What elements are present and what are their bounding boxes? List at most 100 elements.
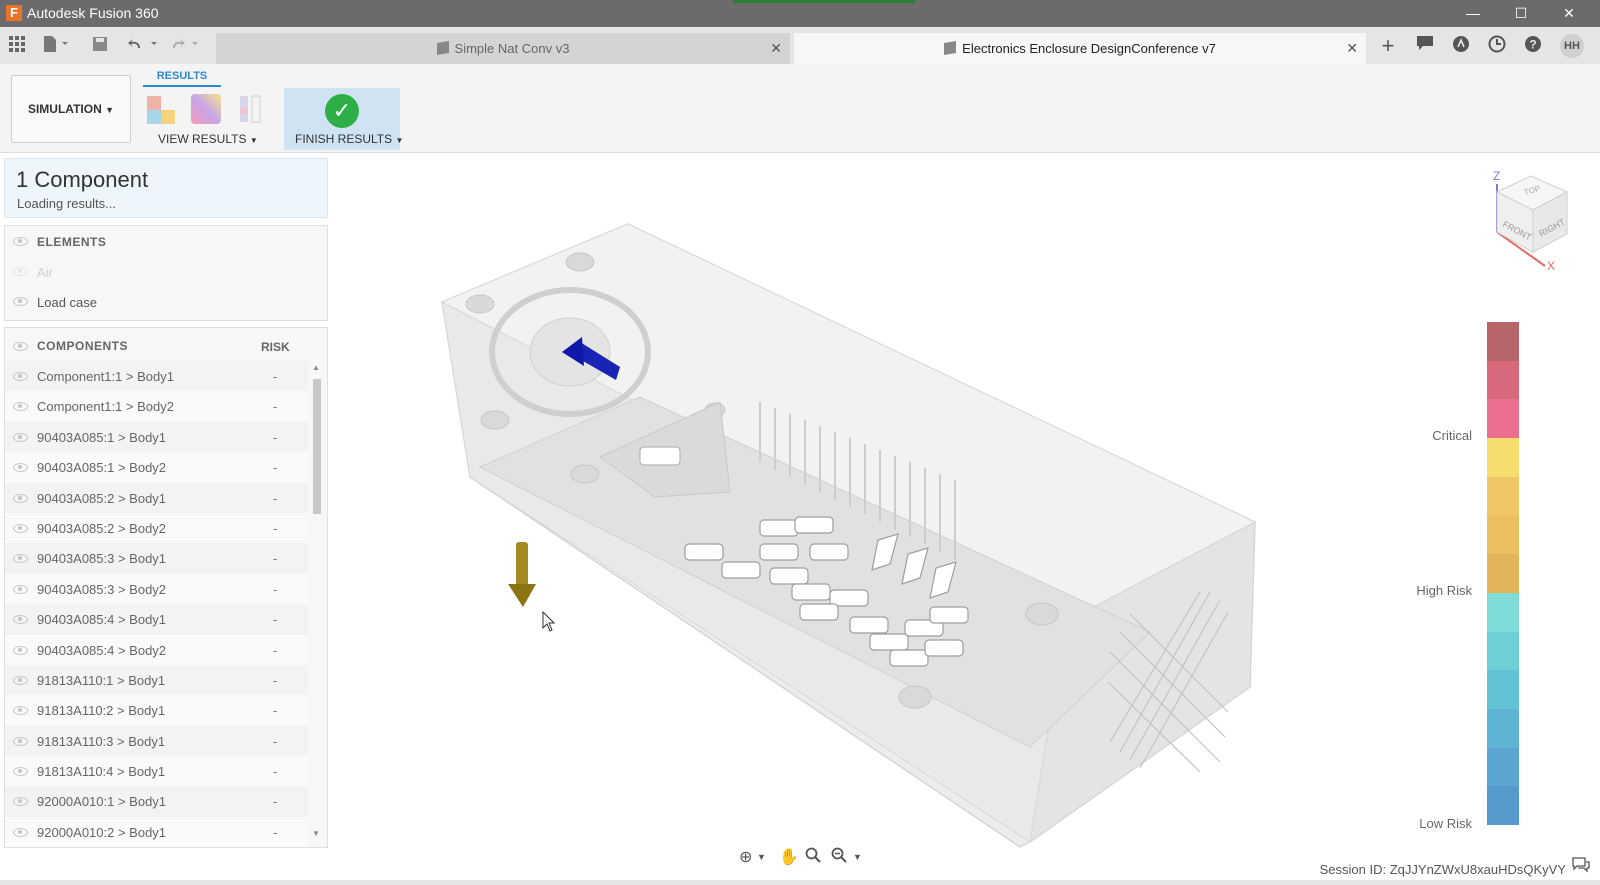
legend-color-segment xyxy=(1487,360,1519,400)
save-icon[interactable] xyxy=(91,36,109,56)
component-risk: - xyxy=(273,794,278,810)
minimize-button[interactable]: — xyxy=(1450,0,1496,27)
component-row[interactable]: 90403A085:3 > Body1 - xyxy=(5,543,309,574)
visibility-eye-icon[interactable] xyxy=(13,675,28,685)
component-row[interactable]: 90403A085:2 > Body2 - xyxy=(5,512,309,544)
visibility-eye-icon[interactable] xyxy=(13,554,28,564)
result-plot-icon[interactable] xyxy=(187,90,223,128)
visibility-eye-icon[interactable] xyxy=(13,615,28,625)
help-icon[interactable]: ? xyxy=(1522,35,1544,57)
component-row[interactable]: 91813A110:1 > Body1 - xyxy=(5,664,309,696)
dropdown-arrow-icon[interactable]: ▼ xyxy=(853,852,862,862)
component-row[interactable]: 90403A085:3 > Body2 - xyxy=(5,573,309,605)
scroll-down-icon[interactable]: ▼ xyxy=(312,829,320,838)
legend-color-segment xyxy=(1487,786,1519,825)
visibility-eye-icon[interactable] xyxy=(13,372,28,381)
visibility-eye-icon[interactable] xyxy=(13,827,28,837)
redo-icon[interactable] xyxy=(171,36,205,56)
comments-icon[interactable] xyxy=(1414,35,1436,57)
component-risk: - xyxy=(273,642,278,658)
checkmark-icon: ✓ xyxy=(325,94,359,128)
close-tab-icon[interactable]: ✕ xyxy=(1346,33,1358,64)
tab-simple-nat-conv[interactable]: Simple Nat Conv v3 ✕ xyxy=(216,33,790,64)
component-row[interactable]: 92000A010:1 > Body1 - xyxy=(5,786,309,817)
visibility-eye-icon[interactable] xyxy=(13,493,28,503)
component-row[interactable]: 90403A085:4 > Body1 - xyxy=(5,604,309,635)
visibility-eye-icon[interactable] xyxy=(13,584,28,594)
new-tab-button[interactable]: + xyxy=(1377,35,1399,57)
pan-hand-icon[interactable]: ✋ xyxy=(779,847,799,867)
component-name: 90403A085:4 > Body1 xyxy=(37,612,167,628)
legend-color-segment xyxy=(1487,592,1519,632)
visibility-eye-icon[interactable] xyxy=(13,706,28,716)
component-risk: - xyxy=(273,764,278,780)
component-row[interactable]: 90403A085:1 > Body2 - xyxy=(5,452,309,483)
component-row[interactable]: Component1:1 > Body2 - xyxy=(5,391,309,422)
visibility-eye-icon[interactable] xyxy=(13,342,28,351)
visibility-eye-icon[interactable] xyxy=(13,237,28,246)
component-name: 92000A010:1 > Body1 xyxy=(37,794,167,810)
component-risk: - xyxy=(273,520,278,536)
zoom-window-icon[interactable] xyxy=(831,847,847,868)
component-row[interactable]: 90403A085:4 > Body2 - xyxy=(5,634,309,665)
tab-electronics-enclosure[interactable]: Electronics Enclosure DesignConference v… xyxy=(794,33,1366,64)
probe-icon[interactable] xyxy=(232,90,268,128)
element-air[interactable]: Air xyxy=(37,265,53,280)
chat-feedback-icon[interactable] xyxy=(1572,857,1590,878)
legend-color-segment xyxy=(1487,631,1519,671)
tab-results[interactable]: RESULTS xyxy=(143,67,221,87)
component-row[interactable]: 90403A085:1 > Body1 - xyxy=(5,421,309,453)
zoom-icon[interactable] xyxy=(805,847,821,868)
elements-section-title: ELEMENTS xyxy=(37,235,107,249)
axis-z-label: Z xyxy=(1493,169,1500,183)
component-name: 90403A085:2 > Body1 xyxy=(37,490,167,506)
dropdown-arrow-icon: ▼ xyxy=(395,136,404,145)
undo-icon[interactable] xyxy=(126,36,160,56)
finish-results-button[interactable]: ✓ FINISH RESULTS ▼ xyxy=(284,88,404,150)
visibility-eye-icon[interactable] xyxy=(13,297,28,306)
session-id: Session ID: ZqJJYnZWxU8xauHDsQKyVY xyxy=(1319,862,1566,877)
component-risk: - xyxy=(273,490,278,506)
visibility-eye-icon[interactable] xyxy=(13,402,28,412)
job-status-icon[interactable] xyxy=(1486,35,1508,57)
visibility-eye-icon[interactable] xyxy=(13,463,28,473)
viewport-canvas[interactable]: Z X TOP FRONT RIGHT xyxy=(330,152,1600,862)
risk-column-header: RISK xyxy=(261,340,290,354)
component-list: Component1:1 > Body1- Component1:1 > Body… xyxy=(5,361,309,847)
close-tab-icon[interactable]: ✕ xyxy=(770,33,782,64)
legend-color-segment xyxy=(1487,708,1519,748)
legend-color-segment xyxy=(1487,438,1519,477)
component-risk: - xyxy=(273,672,278,688)
visibility-eye-icon[interactable] xyxy=(13,645,28,655)
view-results-label[interactable]: VIEW RESULTS ▼ xyxy=(158,132,258,146)
visibility-eye-icon[interactable] xyxy=(13,797,28,807)
dropdown-arrow-icon[interactable]: ▼ xyxy=(757,852,766,862)
viewcube[interactable]: Z X TOP FRONT RIGHT xyxy=(1485,162,1585,272)
workspace-switcher-button[interactable]: SIMULATION ▼ xyxy=(11,75,131,143)
component-row[interactable]: 90403A085:2 > Body1 - xyxy=(5,482,309,513)
result-legend-icon[interactable] xyxy=(143,90,179,128)
scroll-thumb[interactable] xyxy=(313,379,321,514)
close-window-button[interactable]: ✕ xyxy=(1546,0,1592,27)
extensions-icon[interactable] xyxy=(1450,35,1472,57)
data-panel-grid-icon[interactable] xyxy=(8,36,26,56)
component-name: Component1:1 > Body2 xyxy=(37,399,174,415)
orbit-icon[interactable]: ⊕ xyxy=(739,847,752,867)
maximize-button[interactable]: ☐ xyxy=(1498,0,1544,27)
visibility-eye-icon[interactable] xyxy=(13,736,28,746)
user-avatar[interactable]: HH xyxy=(1560,34,1584,58)
file-menu-icon[interactable] xyxy=(42,36,72,56)
component-row[interactable]: 91813A110:3 > Body1 - xyxy=(5,725,309,757)
scroll-up-icon[interactable]: ▲ xyxy=(312,363,320,372)
component-row[interactable]: 92000A010:2 > Body1 - xyxy=(5,816,309,847)
component-row[interactable]: 91813A110:4 > Body1 - xyxy=(5,756,309,787)
component-row[interactable]: Component1:1 > Body1 - xyxy=(5,361,309,392)
visibility-eye-icon[interactable] xyxy=(13,767,28,777)
component-row[interactable]: 91813A110:2 > Body1 - xyxy=(5,695,309,726)
visibility-eye-icon[interactable] xyxy=(13,523,28,533)
component-list-scrollbar[interactable]: ▲ ▼ xyxy=(311,361,323,841)
element-load-case[interactable]: Load case xyxy=(37,295,97,310)
visibility-eye-icon[interactable] xyxy=(13,432,28,442)
visibility-eye-icon[interactable] xyxy=(13,267,28,276)
legend-color-segment xyxy=(1487,554,1519,593)
